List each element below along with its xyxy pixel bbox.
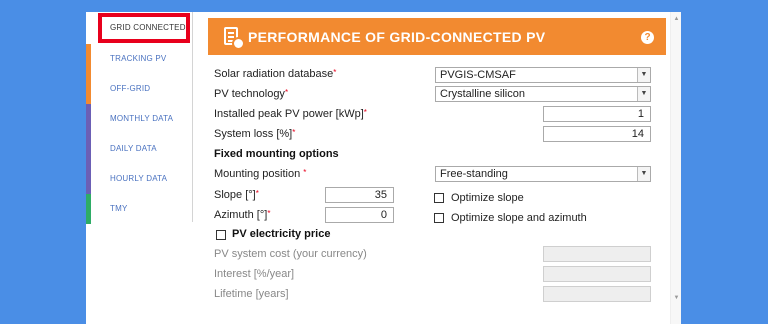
vertical-scrollbar[interactable]: ▲ ▼ [670,12,681,324]
tab-color-bar [86,74,91,104]
tab-daily-data[interactable]: DAILY DATA [86,134,192,164]
lifetime-label: Lifetime [years] [214,288,289,300]
radiation-db-label: Solar radiation database* [214,68,337,80]
system-cost-input[interactable] [543,246,651,262]
sidebar: GRID CONNECTED TRACKING PV OFF-GRID MONT… [86,12,192,324]
chevron-down-icon[interactable]: ▼ [637,167,650,181]
chevron-down-icon[interactable]: ▼ [637,87,650,101]
panel-header: PERFORMANCE OF GRID-CONNECTED PV ? [208,18,666,55]
pv-technology-select[interactable]: Crystalline silicon ▼ [435,86,651,102]
scroll-up-icon[interactable]: ▲ [671,14,682,25]
tab-label: DAILY DATA [110,144,157,153]
tab-off-grid[interactable]: OFF-GRID [86,74,192,104]
select-value: PVGIS-CMSAF [440,69,516,81]
tab-color-bar [86,44,91,74]
electricity-price-label: PV electricity price [232,228,331,240]
tab-label: MONTHLY DATA [110,114,174,123]
chevron-down-icon[interactable]: ▼ [637,68,650,82]
interest-input[interactable] [543,266,651,282]
help-icon[interactable]: ? [641,31,654,44]
tab-monthly-data[interactable]: MONTHLY DATA [86,104,192,134]
optimize-slope-azimuth-checkbox[interactable] [434,213,444,223]
select-value: Crystalline silicon [440,88,525,100]
tab-label: TMY [110,204,128,213]
optimize-slope-azimuth-label: Optimize slope and azimuth [451,212,587,224]
page-title: PERFORMANCE OF GRID-CONNECTED PV [248,29,546,45]
scroll-down-icon[interactable]: ▼ [671,293,682,304]
slope-input[interactable]: 35 [325,187,394,203]
tab-color-bar [86,134,91,164]
tab-color-bar [86,194,91,224]
select-value: Free-standing [440,168,508,180]
radiation-db-select[interactable]: PVGIS-CMSAF ▼ [435,67,651,83]
pv-document-icon [224,27,245,50]
sidebar-divider [192,12,193,222]
tab-label: TRACKING PV [110,54,167,63]
tab-tmy[interactable]: TMY [86,194,192,224]
mounting-position-select[interactable]: Free-standing ▼ [435,166,651,182]
azimuth-label: Azimuth [°]* [214,209,271,221]
tab-hourly-data[interactable]: HOURLY DATA [86,164,192,194]
lifetime-input[interactable] [543,286,651,302]
system-cost-label: PV system cost (your currency) [214,248,367,260]
tab-tracking-pv[interactable]: TRACKING PV [86,44,192,74]
peak-power-label: Installed peak PV power [kWp]* [214,108,367,120]
tab-label: OFF-GRID [110,84,151,93]
pvgis-window: GRID CONNECTED TRACKING PV OFF-GRID MONT… [86,12,681,324]
mounting-position-label: Mounting position * [214,168,307,180]
system-loss-label: System loss [%]* [214,128,296,140]
tab-color-bar [86,104,91,134]
interest-label: Interest [%/year] [214,268,295,280]
slope-label: Slope [°]* [214,189,259,201]
optimize-slope-checkbox[interactable] [434,193,444,203]
system-loss-input[interactable]: 14 [543,126,651,142]
optimize-slope-label: Optimize slope [451,192,524,204]
electricity-price-checkbox[interactable] [216,230,226,240]
tab-label: HOURLY DATA [110,174,168,183]
tab-color-bar [86,164,91,194]
pv-technology-label: PV technology* [214,88,289,100]
peak-power-input[interactable]: 1 [543,106,651,122]
azimuth-input[interactable]: 0 [325,207,394,223]
fixed-mounting-heading: Fixed mounting options [214,148,339,160]
active-tab-highlight [98,13,190,43]
